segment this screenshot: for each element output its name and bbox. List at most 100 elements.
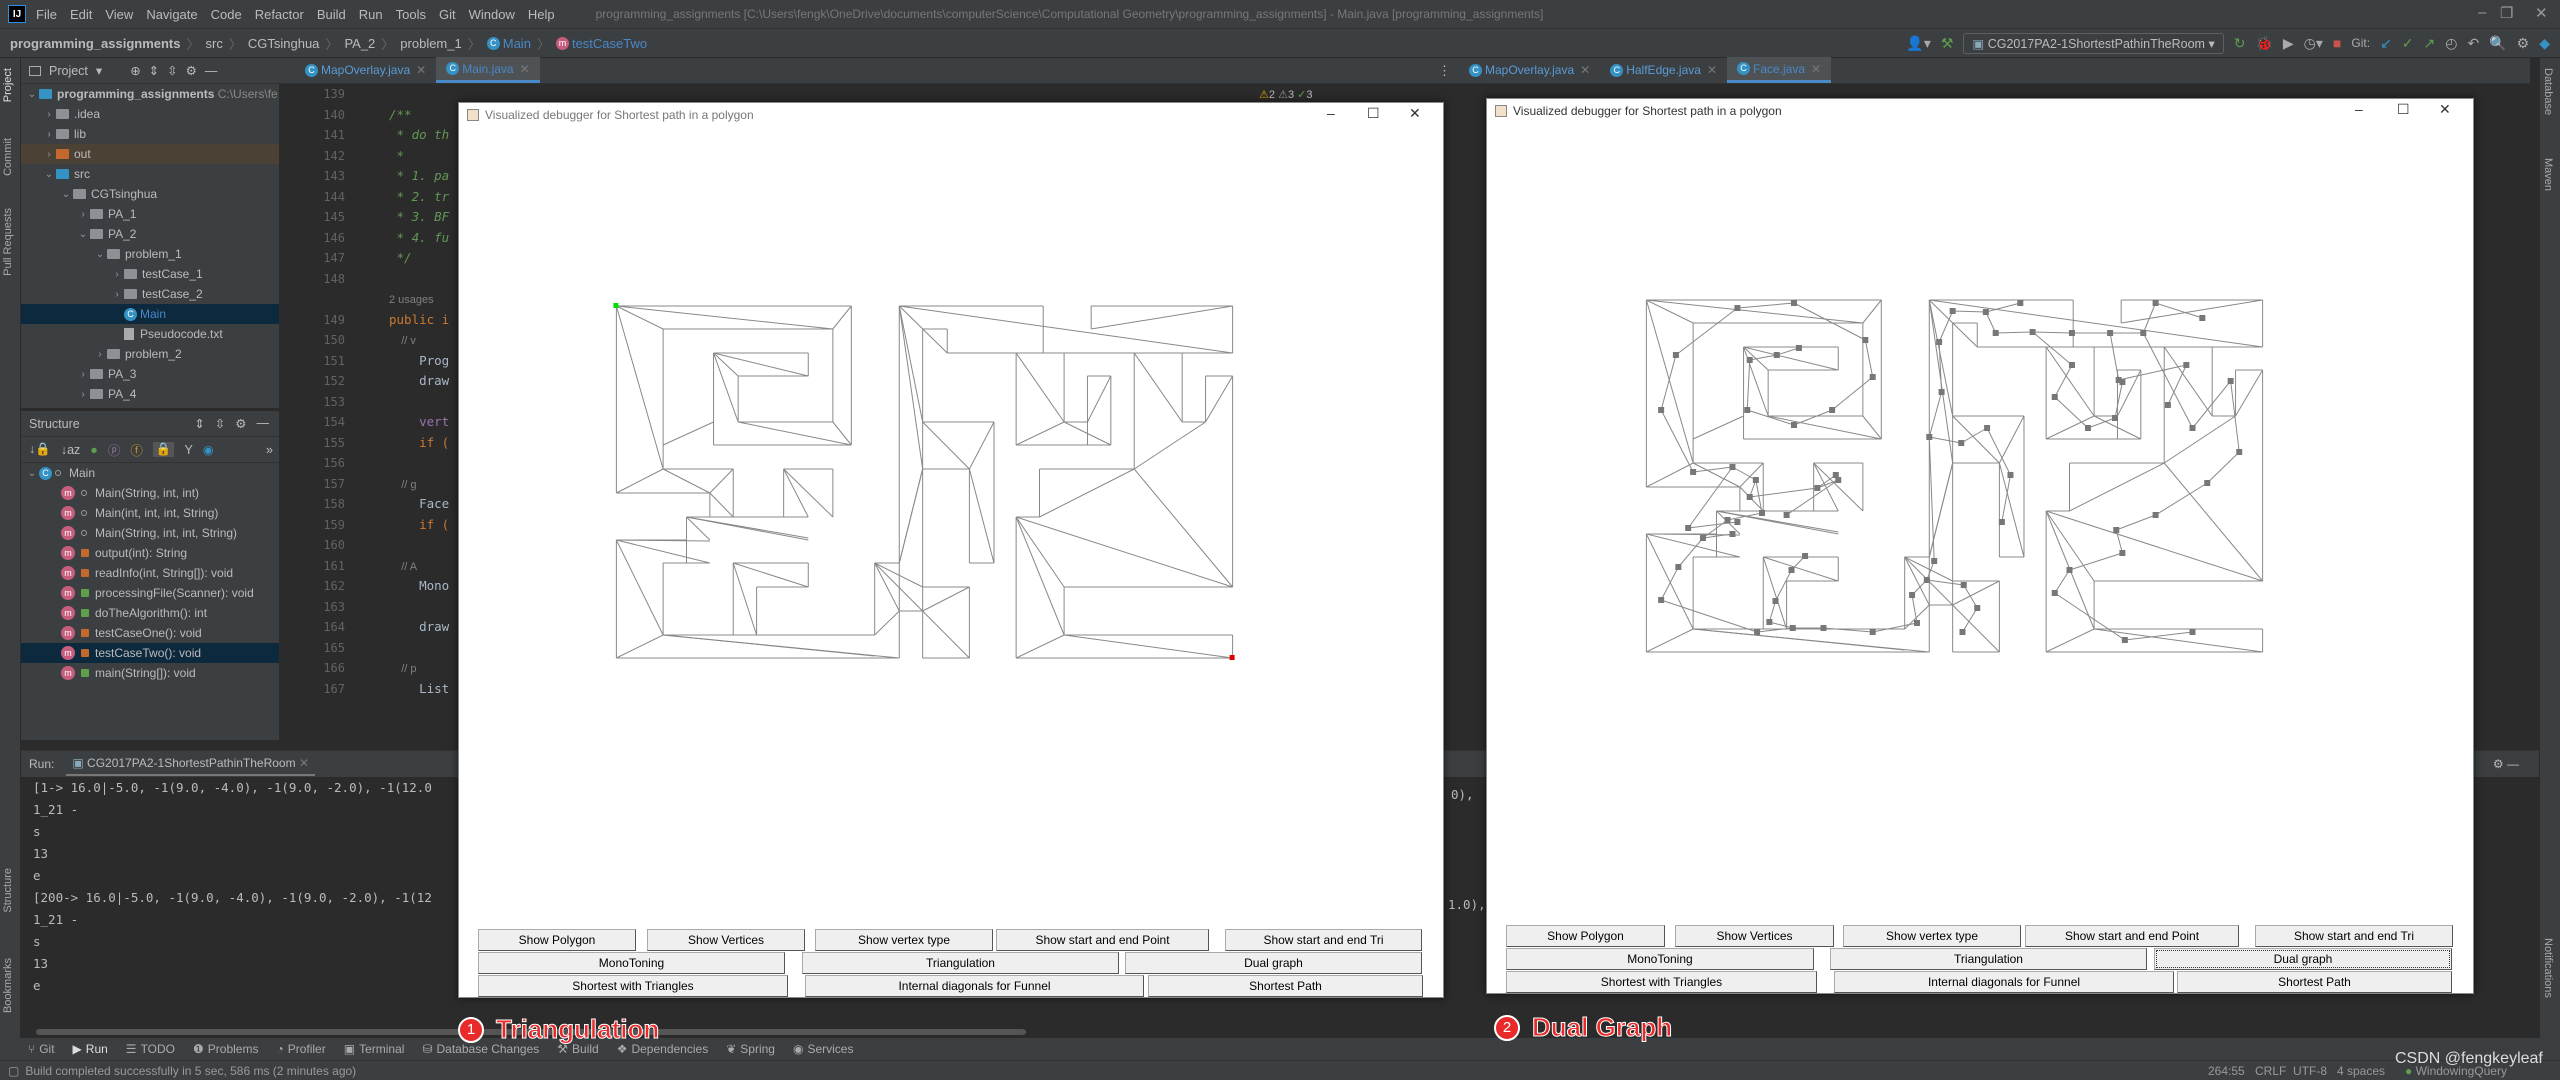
structure-member[interactable]: m Main(String, int, int) xyxy=(21,483,279,503)
button-shortest-with-triangles[interactable]: Shortest with Triangles xyxy=(1506,971,1817,993)
button-show-vertex-type[interactable]: Show vertex type xyxy=(1843,925,2021,947)
project-view-select[interactable]: Project xyxy=(49,64,88,78)
minimize-icon[interactable]: – xyxy=(2355,101,2363,117)
tree-item[interactable]: › out xyxy=(21,144,279,164)
structure-member[interactable]: m testCaseOne(): void xyxy=(21,623,279,643)
chevron-down-icon[interactable]: ⌄ xyxy=(76,229,90,240)
user-icon[interactable]: 👤▾ xyxy=(1906,35,1930,52)
fields-icon[interactable]: ⓕ xyxy=(130,440,143,459)
tool-bookmarks[interactable]: Bookmarks xyxy=(2,958,14,1013)
menu-navigate[interactable]: Navigate xyxy=(146,7,197,22)
run-config-select[interactable]: ▣ CG2017PA2-1ShortestPathinTheRoom ▾ xyxy=(1963,32,2224,54)
tree-item[interactable]: ⌄ CGTsinghua xyxy=(21,184,279,204)
menu-run[interactable]: Run xyxy=(359,7,383,22)
menu-view[interactable]: View xyxy=(105,7,133,22)
chevron-right-icon[interactable]: › xyxy=(76,369,90,380)
button-monotoning[interactable]: MonoToning xyxy=(1506,948,1814,970)
maximize-icon[interactable]: ☐ xyxy=(2397,101,2410,118)
profile-icon[interactable]: ◷▾ xyxy=(2304,35,2323,52)
indent-setting[interactable]: 4 spaces xyxy=(2337,1064,2385,1078)
chevron-down-icon[interactable]: ⌄ xyxy=(59,189,73,200)
button-internal-diagonals-for-funnel[interactable]: Internal diagonals for Funnel xyxy=(805,975,1144,997)
button-monotoning[interactable]: MonoToning xyxy=(478,952,785,974)
close-tab-icon[interactable]: ✕ xyxy=(299,756,309,770)
close-tab-icon[interactable]: ✕ xyxy=(1707,63,1717,77)
status-message[interactable]: Build completed successfully in 5 sec, 5… xyxy=(25,1064,356,1078)
menu-refactor[interactable]: Refactor xyxy=(255,7,304,22)
tool-spring[interactable]: ❦ Spring xyxy=(726,1042,775,1056)
chevron-right-icon[interactable]: › xyxy=(76,389,90,400)
chevron-down-icon[interactable]: ⌄ xyxy=(93,249,107,260)
line-separator[interactable]: CRLF xyxy=(2255,1064,2286,1078)
expand-all-icon[interactable]: ⇕ xyxy=(194,416,204,431)
close-tab-icon[interactable]: ✕ xyxy=(1580,63,1590,77)
button-internal-diagonals-for-funnel[interactable]: Internal diagonals for Funnel xyxy=(1834,971,2174,993)
collapse-all-icon[interactable]: ⇳ xyxy=(167,63,177,78)
menu-help[interactable]: Help xyxy=(528,7,555,22)
settings-gear-icon[interactable]: ⚙ xyxy=(186,63,197,78)
editor-tab[interactable]: C HalfEdge.java ✕ xyxy=(1600,57,1727,83)
coverage-icon[interactable]: ▶ xyxy=(2283,35,2294,52)
code-area[interactable]: /** * do th * * 1. pa * 2. tr * 3. BF * … xyxy=(389,84,449,699)
tool-git[interactable]: ⑂ Git xyxy=(28,1042,55,1056)
menu-edit[interactable]: Edit xyxy=(70,7,92,22)
tree-item[interactable]: › PA_4 xyxy=(21,384,279,404)
tree-root[interactable]: ⌄ programming_assignments C:\Users\fe xyxy=(21,84,279,104)
tool-pull-requests[interactable]: Pull Requests xyxy=(2,208,14,276)
chevron-right-icon[interactable]: › xyxy=(42,109,56,120)
button-show-start-and-end-point[interactable]: Show start and end Point xyxy=(2025,925,2239,947)
debug-icon[interactable]: 🐞 xyxy=(2255,35,2272,52)
git-update-icon[interactable]: ↙ xyxy=(2380,35,2392,52)
caret-position[interactable]: 264:55 xyxy=(2208,1064,2245,1078)
git-commit-icon[interactable]: ✓ xyxy=(2402,35,2414,52)
menu-code[interactable]: Code xyxy=(211,7,242,22)
tool-todo[interactable]: ☰ TODO xyxy=(126,1042,175,1056)
close-icon[interactable]: ✕ xyxy=(2535,4,2548,22)
button-triangulation[interactable]: Triangulation xyxy=(802,952,1119,974)
tree-item[interactable]: ⌄ problem_1 xyxy=(21,244,279,264)
more-icon[interactable]: » xyxy=(266,443,273,457)
structure-member[interactable]: m doTheAlgorithm(): int xyxy=(21,603,279,623)
menu-file[interactable]: File xyxy=(36,7,57,22)
tool-structure[interactable]: Structure xyxy=(2,868,14,913)
structure-root[interactable]: ⌄ C Main xyxy=(21,463,279,483)
tool-project[interactable]: Project xyxy=(2,68,14,102)
rerun-icon[interactable]: ↻ xyxy=(2234,35,2246,52)
button-dual-graph[interactable]: Dual graph xyxy=(2154,948,2452,970)
tree-item[interactable]: › testCase_1 xyxy=(21,264,279,284)
button-shortest-path[interactable]: Shortest Path xyxy=(2177,971,2452,993)
settings-gear-icon[interactable]: ⚙ xyxy=(2517,35,2530,52)
jetbrains-icon[interactable]: ◆ xyxy=(2539,35,2550,52)
tree-item[interactable]: › PA_3 xyxy=(21,364,279,384)
tool-run[interactable]: ▶ Run xyxy=(73,1042,108,1056)
sort-alpha-icon[interactable]: ↓az xyxy=(61,443,80,457)
search-icon[interactable]: 🔍 xyxy=(2489,35,2506,52)
close-tab-icon[interactable]: ✕ xyxy=(1811,62,1821,76)
tree-item[interactable]: › .idea xyxy=(21,104,279,124)
git-push-icon[interactable]: ↗ xyxy=(2424,35,2436,52)
structure-member[interactable]: m processingFile(Scanner): void xyxy=(21,583,279,603)
tool-services[interactable]: ◉ Services xyxy=(793,1042,854,1056)
inspection-widget[interactable]: ⚠2 ⚠3 ✓3 xyxy=(1259,88,1312,101)
tool-commit[interactable]: Commit xyxy=(2,138,14,176)
structure-member[interactable]: m Main(int, int, int, String) xyxy=(21,503,279,523)
tool-profiler[interactable]: ◔ Profiler xyxy=(276,1042,325,1056)
menu-window[interactable]: Window xyxy=(469,7,515,22)
button-show-polygon[interactable]: Show Polygon xyxy=(1506,925,1665,947)
structure-member[interactable]: m Main(String, int, int, String) xyxy=(21,523,279,543)
run-tab[interactable]: ▣ CG2017PA2-1ShortestPathinTheRoom ✕ xyxy=(66,752,315,776)
button-show-vertices[interactable]: Show Vertices xyxy=(1675,925,1834,947)
tool-maven[interactable]: Maven xyxy=(2542,158,2554,191)
close-icon[interactable]: ✕ xyxy=(2439,101,2451,118)
tree-item[interactable]: › PA_1 xyxy=(21,204,279,224)
build-hammer-icon[interactable]: ⚒ xyxy=(1941,35,1954,52)
menu-build[interactable]: Build xyxy=(317,7,346,22)
close-tab-icon[interactable]: ✕ xyxy=(416,63,426,77)
stop-icon[interactable]: ■ xyxy=(2333,35,2341,51)
button-show-start-and-end-tri[interactable]: Show start and end Tri xyxy=(2255,925,2453,947)
tool-notifications[interactable]: Notifications xyxy=(2542,938,2554,998)
settings-gear-icon[interactable]: ⚙ xyxy=(235,416,246,431)
breadcrumb-class[interactable]: Main xyxy=(503,36,531,51)
tree-item[interactable]: Pseudocode.txt xyxy=(21,324,279,344)
chevron-down-icon[interactable]: ⌄ xyxy=(42,169,56,180)
